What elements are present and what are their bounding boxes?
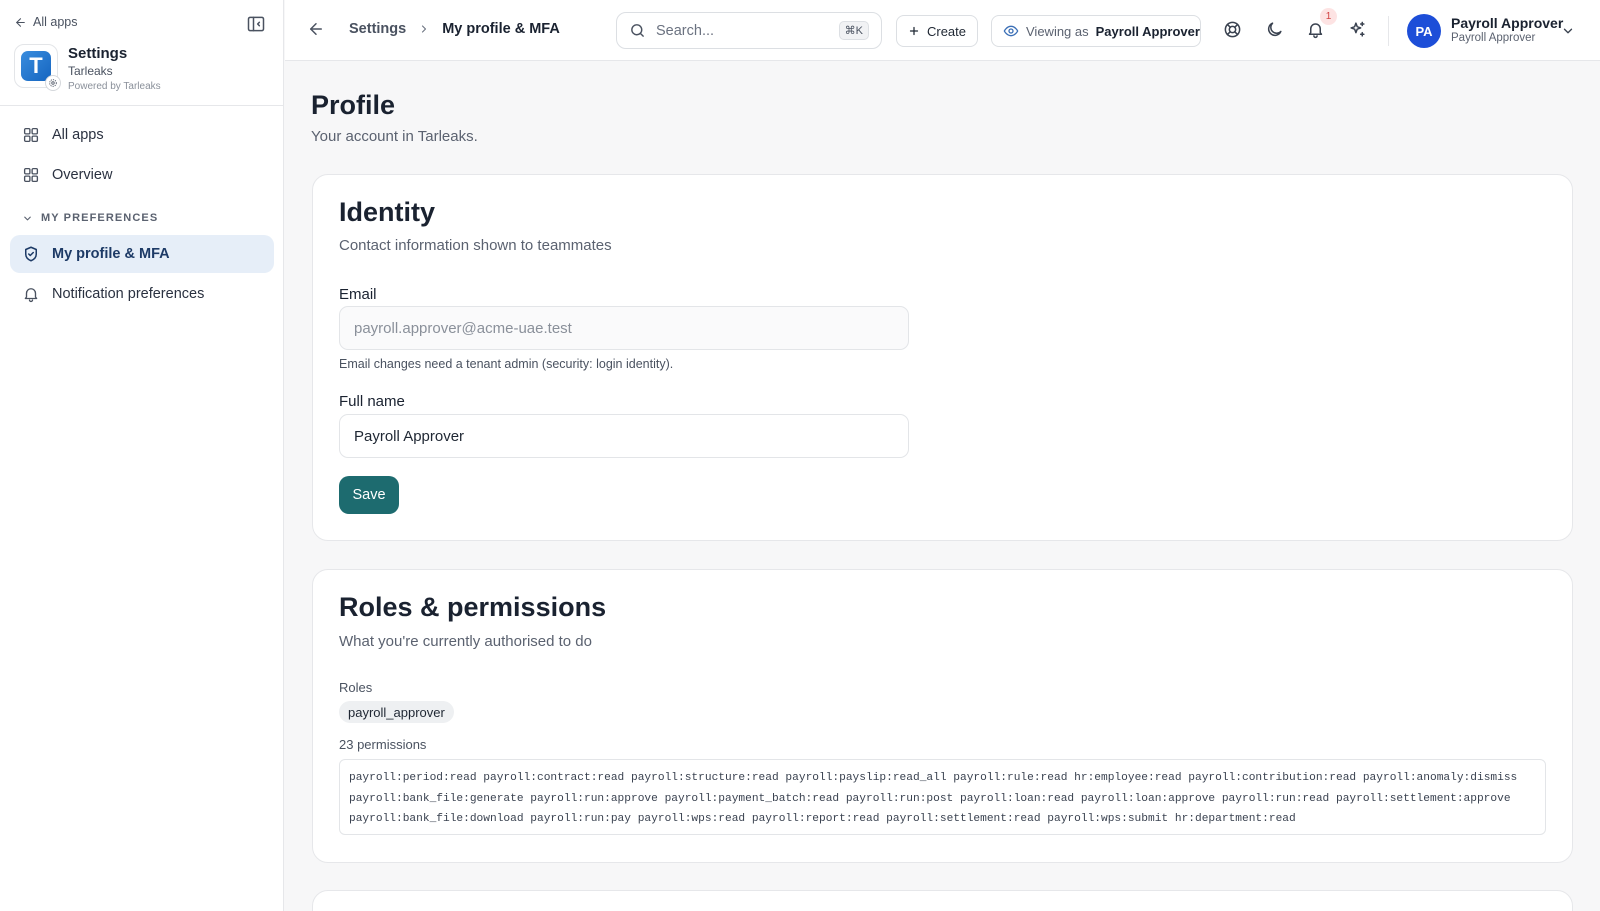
permission-item: hr:department:read: [1174, 813, 1296, 825]
identity-card: Identity Contact information shown to te…: [312, 174, 1573, 541]
identity-subtitle: Contact information shown to teammates: [339, 237, 612, 254]
roles-label: Roles: [339, 680, 373, 695]
viewing-as-switcher[interactable]: Viewing as Payroll Approver: [991, 15, 1201, 47]
gear-icon: [45, 75, 61, 91]
permission-item: payroll:bank_file:generate: [349, 792, 524, 805]
full-name-field[interactable]: [339, 414, 909, 458]
breadcrumb: Settings My profile & MFA: [349, 21, 560, 37]
permission-item: payroll:structure:read: [631, 772, 779, 784]
arrow-left-icon: [16, 17, 25, 27]
full-name-label: Full name: [339, 393, 405, 410]
page-subtitle: Your account in Tarleaks.: [311, 128, 478, 145]
create-label: Create: [926, 23, 967, 39]
page-title: Profile: [311, 90, 396, 120]
bell-icon: [24, 288, 38, 303]
permission-item: payroll:run:pay: [530, 813, 631, 825]
eye-icon: [1003, 25, 1019, 37]
search-shortcut: ⌘K: [838, 21, 869, 40]
back-to-all-apps-link[interactable]: All apps: [14, 15, 77, 29]
permission-item: payroll:loan:read: [959, 792, 1075, 805]
help-lifebuoy-icon[interactable]: [1223, 20, 1243, 40]
user-menu[interactable]: Payroll Approver Payroll Approver: [1451, 15, 1563, 44]
shield-check-icon: [25, 246, 37, 262]
sparkles-icon[interactable]: [1348, 20, 1368, 40]
permission-item: payroll:anomaly:dismiss: [1362, 772, 1518, 784]
permission-item: payroll:run:post: [845, 792, 954, 805]
permission-item: hr:employee:read: [1074, 772, 1182, 784]
role-chip: payroll_approver: [339, 701, 454, 723]
search-icon: [631, 24, 644, 37]
user-name: Payroll Approver: [1451, 15, 1564, 31]
grid-icon: [23, 167, 39, 183]
app-title: Settings: [68, 45, 128, 62]
chevron-right-icon: [422, 25, 427, 33]
permission-item: payroll:contract:read: [483, 772, 625, 784]
sidebar-item-notification-preferences[interactable]: Notification preferences: [10, 275, 274, 313]
email-label: Email: [339, 286, 377, 303]
app-org: Tarleaks: [68, 64, 113, 78]
chevron-down-icon: [24, 216, 31, 220]
email-hint: Email changes need a tenant admin (secur…: [339, 357, 674, 371]
permission-item: payroll:report:read: [751, 813, 880, 825]
permission-item: payroll:rule:read: [953, 772, 1068, 784]
collapse-sidebar-icon[interactable]: [246, 14, 268, 36]
search-box[interactable]: Search... ⌘K: [616, 12, 882, 49]
save-button[interactable]: Save: [339, 476, 399, 514]
permission-item: payroll:contribution:read: [1188, 772, 1357, 784]
sidebar-item-label: Overview: [52, 167, 113, 183]
section-label: MY PREFERENCES: [41, 212, 159, 224]
identity-title: Identity: [339, 197, 436, 227]
sidebar-item-label: Notification preferences: [52, 286, 205, 302]
sidebar-item-overview[interactable]: Overview: [10, 156, 274, 194]
breadcrumb-settings[interactable]: Settings: [349, 21, 406, 37]
search-placeholder: Search...: [656, 22, 715, 39]
back-arrow-icon[interactable]: [307, 20, 327, 40]
avatar[interactable]: PA: [1407, 14, 1441, 48]
sidebar-item-all-apps[interactable]: All apps: [10, 116, 274, 154]
create-button[interactable]: Create: [896, 15, 978, 47]
permission-item: payroll:bank_file:download: [349, 813, 524, 825]
header-divider: [1388, 16, 1389, 46]
back-to-all-apps-label: All apps: [33, 15, 78, 29]
breadcrumb-current: My profile & MFA: [442, 21, 560, 37]
roles-title: Roles & permissions: [339, 592, 607, 622]
sidebar: All apps T Settings Tarleaks Powered by …: [0, 0, 284, 911]
user-role: Payroll Approver: [1451, 32, 1536, 44]
grid-icon: [23, 127, 39, 143]
top-bar: Settings My profile & MFA Search... ⌘K C…: [285, 0, 1600, 61]
app-powered-by: Powered by Tarleaks: [68, 81, 161, 92]
permission-item: payroll:run:read: [1221, 792, 1330, 805]
permissions-count: 23 permissions: [339, 737, 427, 752]
sidebar-item-my-profile-mfa[interactable]: My profile & MFA: [10, 235, 274, 273]
permission-item: payroll:payslip:read_all: [785, 772, 947, 784]
viewing-as-role: Payroll Approver: [1095, 23, 1200, 39]
app-logo: T: [14, 44, 61, 91]
plus-icon: [909, 26, 919, 36]
email-field: [339, 306, 909, 350]
permission-item: payroll:wps:submit: [1047, 813, 1169, 825]
roles-permissions-card: Roles & permissions What you're currentl…: [312, 569, 1573, 863]
next-card: [312, 890, 1573, 911]
permission-item: payroll:settlement:approve: [1335, 792, 1511, 805]
roles-subtitle: What you're currently authorised to do: [339, 633, 592, 650]
permission-item: payroll:payment_batch:read: [664, 792, 840, 805]
permission-item: payroll:run:approve: [530, 792, 658, 805]
permission-item: payroll:wps:read: [637, 813, 746, 825]
sidebar-item-label: All apps: [52, 127, 104, 143]
section-toggle-my-preferences[interactable]: MY PREFERENCES: [22, 212, 158, 224]
permission-item: payroll:settlement:read: [886, 813, 1041, 825]
sidebar-divider: [0, 105, 284, 106]
permissions-list: payroll:period:read payroll:contract:rea…: [339, 759, 1546, 835]
app-header: T Settings Tarleaks Powered by Tarleaks: [14, 44, 161, 92]
viewing-as-label: Viewing as: [1026, 23, 1089, 39]
moon-icon[interactable]: [1265, 20, 1285, 40]
chevron-down-icon[interactable]: [1561, 24, 1575, 38]
sidebar-item-label: My profile & MFA: [52, 246, 170, 262]
permission-item: payroll:period:read: [349, 772, 477, 784]
permission-item: payroll:loan:approve: [1080, 792, 1216, 805]
notification-count-badge: 1: [1320, 8, 1337, 25]
